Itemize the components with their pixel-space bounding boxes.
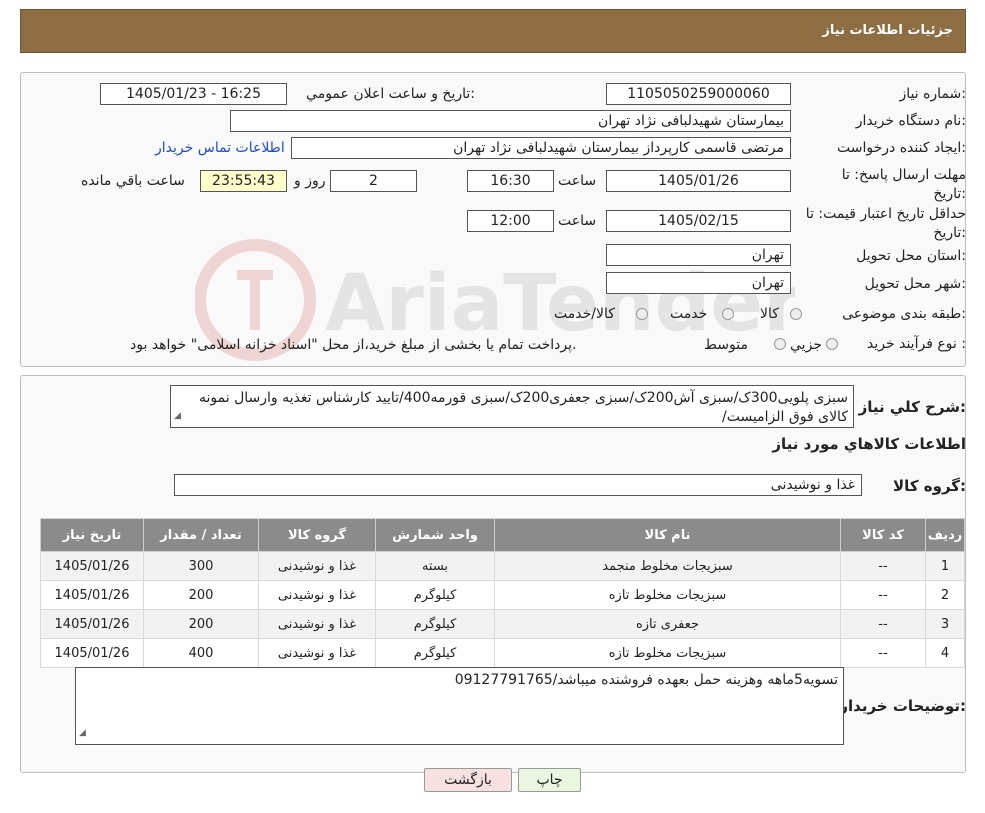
buyer-notes-textarea[interactable]: تسویه5ماهه وهزینه حمل بعهده فروشنده میبا… [75, 667, 844, 745]
creator-field: مرتضی قاسمی کارپرداز بیمارستان شهیدلبافی… [291, 137, 791, 159]
cell-row-number: 2 [925, 580, 965, 610]
col-name-header: نام كالا [494, 518, 841, 552]
category-service-label: خدمت [670, 306, 708, 322]
col-code-header: كد كالا [840, 518, 926, 552]
print-button[interactable]: چاپ [518, 768, 581, 792]
cell-unit: کیلوگرم [375, 638, 495, 668]
back-button[interactable]: بازگشت [424, 768, 512, 792]
category-goods-radio[interactable] [790, 308, 802, 320]
treasury-note: پرداخت تمام يا بخشی از مبلغ خريد،از محل … [130, 337, 577, 353]
table-row: 2 -- سبزیجات مخلوط تازه کیلوگرم غذا و نو… [40, 580, 965, 610]
category-both-label: كالا/خدمت [554, 306, 615, 322]
cell-code: -- [840, 609, 926, 639]
cell-name: سبزیجات مخلوط منجمد [494, 551, 841, 581]
page-title: جزئیات اطلاعات نیاز [822, 23, 953, 38]
buyer-org-field: بیمارستان شهیدلبافی نژاد تهران [230, 110, 791, 132]
cell-code: -- [840, 638, 926, 668]
category-goods-label: كالا [760, 306, 779, 322]
table-row: 3 -- جعفری تازه کیلوگرم غذا و نوشیدنی 20… [40, 609, 965, 639]
price-validity-label: حداقل تاريخ اعتبار قيمت: تا تاریخ: [805, 206, 966, 241]
resize-handle-icon[interactable]: ◢ [174, 407, 181, 426]
description-text: سبزی پلویی300ک/سبزی آش200ک/سبزی جعفری200… [199, 390, 848, 425]
cell-code: -- [840, 551, 926, 581]
category-both-radio[interactable] [636, 308, 648, 320]
process-medium-label: متوسط [704, 337, 748, 353]
cell-name: سبزیجات مخلوط تازه [494, 638, 841, 668]
cell-group: غذا و نوشیدنی [258, 551, 376, 581]
table-header-row: رديف كد كالا نام كالا واحد شمارش گروه كا… [40, 518, 965, 552]
cell-qty: 200 [143, 580, 259, 610]
description-label: شرح كلي نياز: [858, 398, 966, 416]
validity-time-field: 12:00 [467, 210, 554, 232]
page-header: جزئیات اطلاعات نیاز [20, 9, 966, 53]
process-medium-radio[interactable] [774, 338, 786, 350]
announce-datetime-field: 1405/01/23 - 16:25 [100, 83, 287, 105]
cell-group: غذا و نوشیدنی [258, 580, 376, 610]
cell-date: 1405/01/26 [40, 551, 144, 581]
process-minor-label: جزيي [790, 337, 822, 353]
cell-qty: 300 [143, 551, 259, 581]
table-row: 1 -- سبزیجات مخلوط منجمد بسته غذا و نوشی… [40, 551, 965, 581]
cell-group: غذا و نوشیدنی [258, 609, 376, 639]
reply-time-label: ساعت [558, 173, 597, 189]
cell-code: -- [840, 580, 926, 610]
col-unit-header: واحد شمارش [375, 518, 495, 552]
reply-date-field: 1405/01/26 [606, 170, 791, 192]
cell-qty: 400 [143, 638, 259, 668]
announce-label: تاریخ و ساعت اعلان عمومي: [306, 86, 475, 102]
cell-group: غذا و نوشیدنی [258, 638, 376, 668]
goods-group-field: غذا و نوشیدنی [174, 474, 862, 496]
col-date-header: تاريخ نياز [40, 518, 144, 552]
buyer-contact-link[interactable]: اطلاعات تماس خريدار [155, 140, 285, 156]
creator-label: ايجاد كننده درخواست: [837, 140, 966, 156]
days-label: روز و [294, 173, 326, 189]
remaining-time-field: 23:55:43 [200, 170, 287, 192]
cell-row-number: 1 [925, 551, 965, 581]
description-textarea[interactable]: سبزی پلویی300ک/سبزی آش200ک/سبزی جعفری200… [170, 385, 854, 428]
reply-deadline-label: مهلت ارسال پاسخ: تا تاریخ: [841, 167, 966, 202]
cell-name: جعفری تازه [494, 609, 841, 639]
process-type-label: نوع فرآيند خريد : [867, 336, 966, 352]
reply-time-field: 16:30 [467, 170, 554, 192]
city-label: شهر محل تحويل: [864, 276, 966, 292]
validity-date-field: 1405/02/15 [606, 210, 791, 232]
goods-info-title: اطلاعات كالاهاي مورد نياز [772, 435, 966, 453]
goods-table: رديف كد كالا نام كالا واحد شمارش گروه كا… [40, 518, 965, 668]
col-qty-header: تعداد / مقدار [143, 518, 259, 552]
col-row-header: رديف [925, 518, 965, 552]
days-field: 2 [330, 170, 417, 192]
cell-qty: 200 [143, 609, 259, 639]
validity-time-label: ساعت [558, 213, 597, 229]
buyer-notes-text: تسویه5ماهه وهزینه حمل بعهده فروشنده میبا… [454, 672, 838, 688]
cell-row-number: 3 [925, 609, 965, 639]
cell-unit: بسته [375, 551, 495, 581]
table-row: 4 -- سبزیجات مخلوط تازه کیلوگرم غذا و نو… [40, 638, 965, 668]
remaining-label: ساعت باقي مانده [81, 173, 185, 189]
process-minor-radio[interactable] [826, 338, 838, 350]
category-label: طبقه بندی موضوعی: [842, 306, 966, 322]
cell-row-number: 4 [925, 638, 965, 668]
cell-unit: کیلوگرم [375, 580, 495, 610]
city-field: تهران [606, 272, 791, 294]
cell-name: سبزیجات مخلوط تازه [494, 580, 841, 610]
province-field: تهران [606, 244, 791, 266]
buyer-notes-label: توضيحات خريدار: [839, 697, 966, 715]
need-number-field: 1105050259000060 [606, 83, 791, 105]
buyer-org-label: نام دستگاه خريدار: [855, 113, 966, 129]
cell-date: 1405/01/26 [40, 638, 144, 668]
cell-date: 1405/01/26 [40, 580, 144, 610]
goods-group-label: گروه كالا: [893, 477, 966, 495]
resize-handle-icon[interactable]: ◢ [79, 724, 86, 743]
col-group-header: گروه كالا [258, 518, 376, 552]
category-service-radio[interactable] [722, 308, 734, 320]
cell-date: 1405/01/26 [40, 609, 144, 639]
province-label: استان محل تحويل: [856, 248, 966, 264]
cell-unit: کیلوگرم [375, 609, 495, 639]
need-number-label: شماره نیاز: [899, 86, 966, 102]
